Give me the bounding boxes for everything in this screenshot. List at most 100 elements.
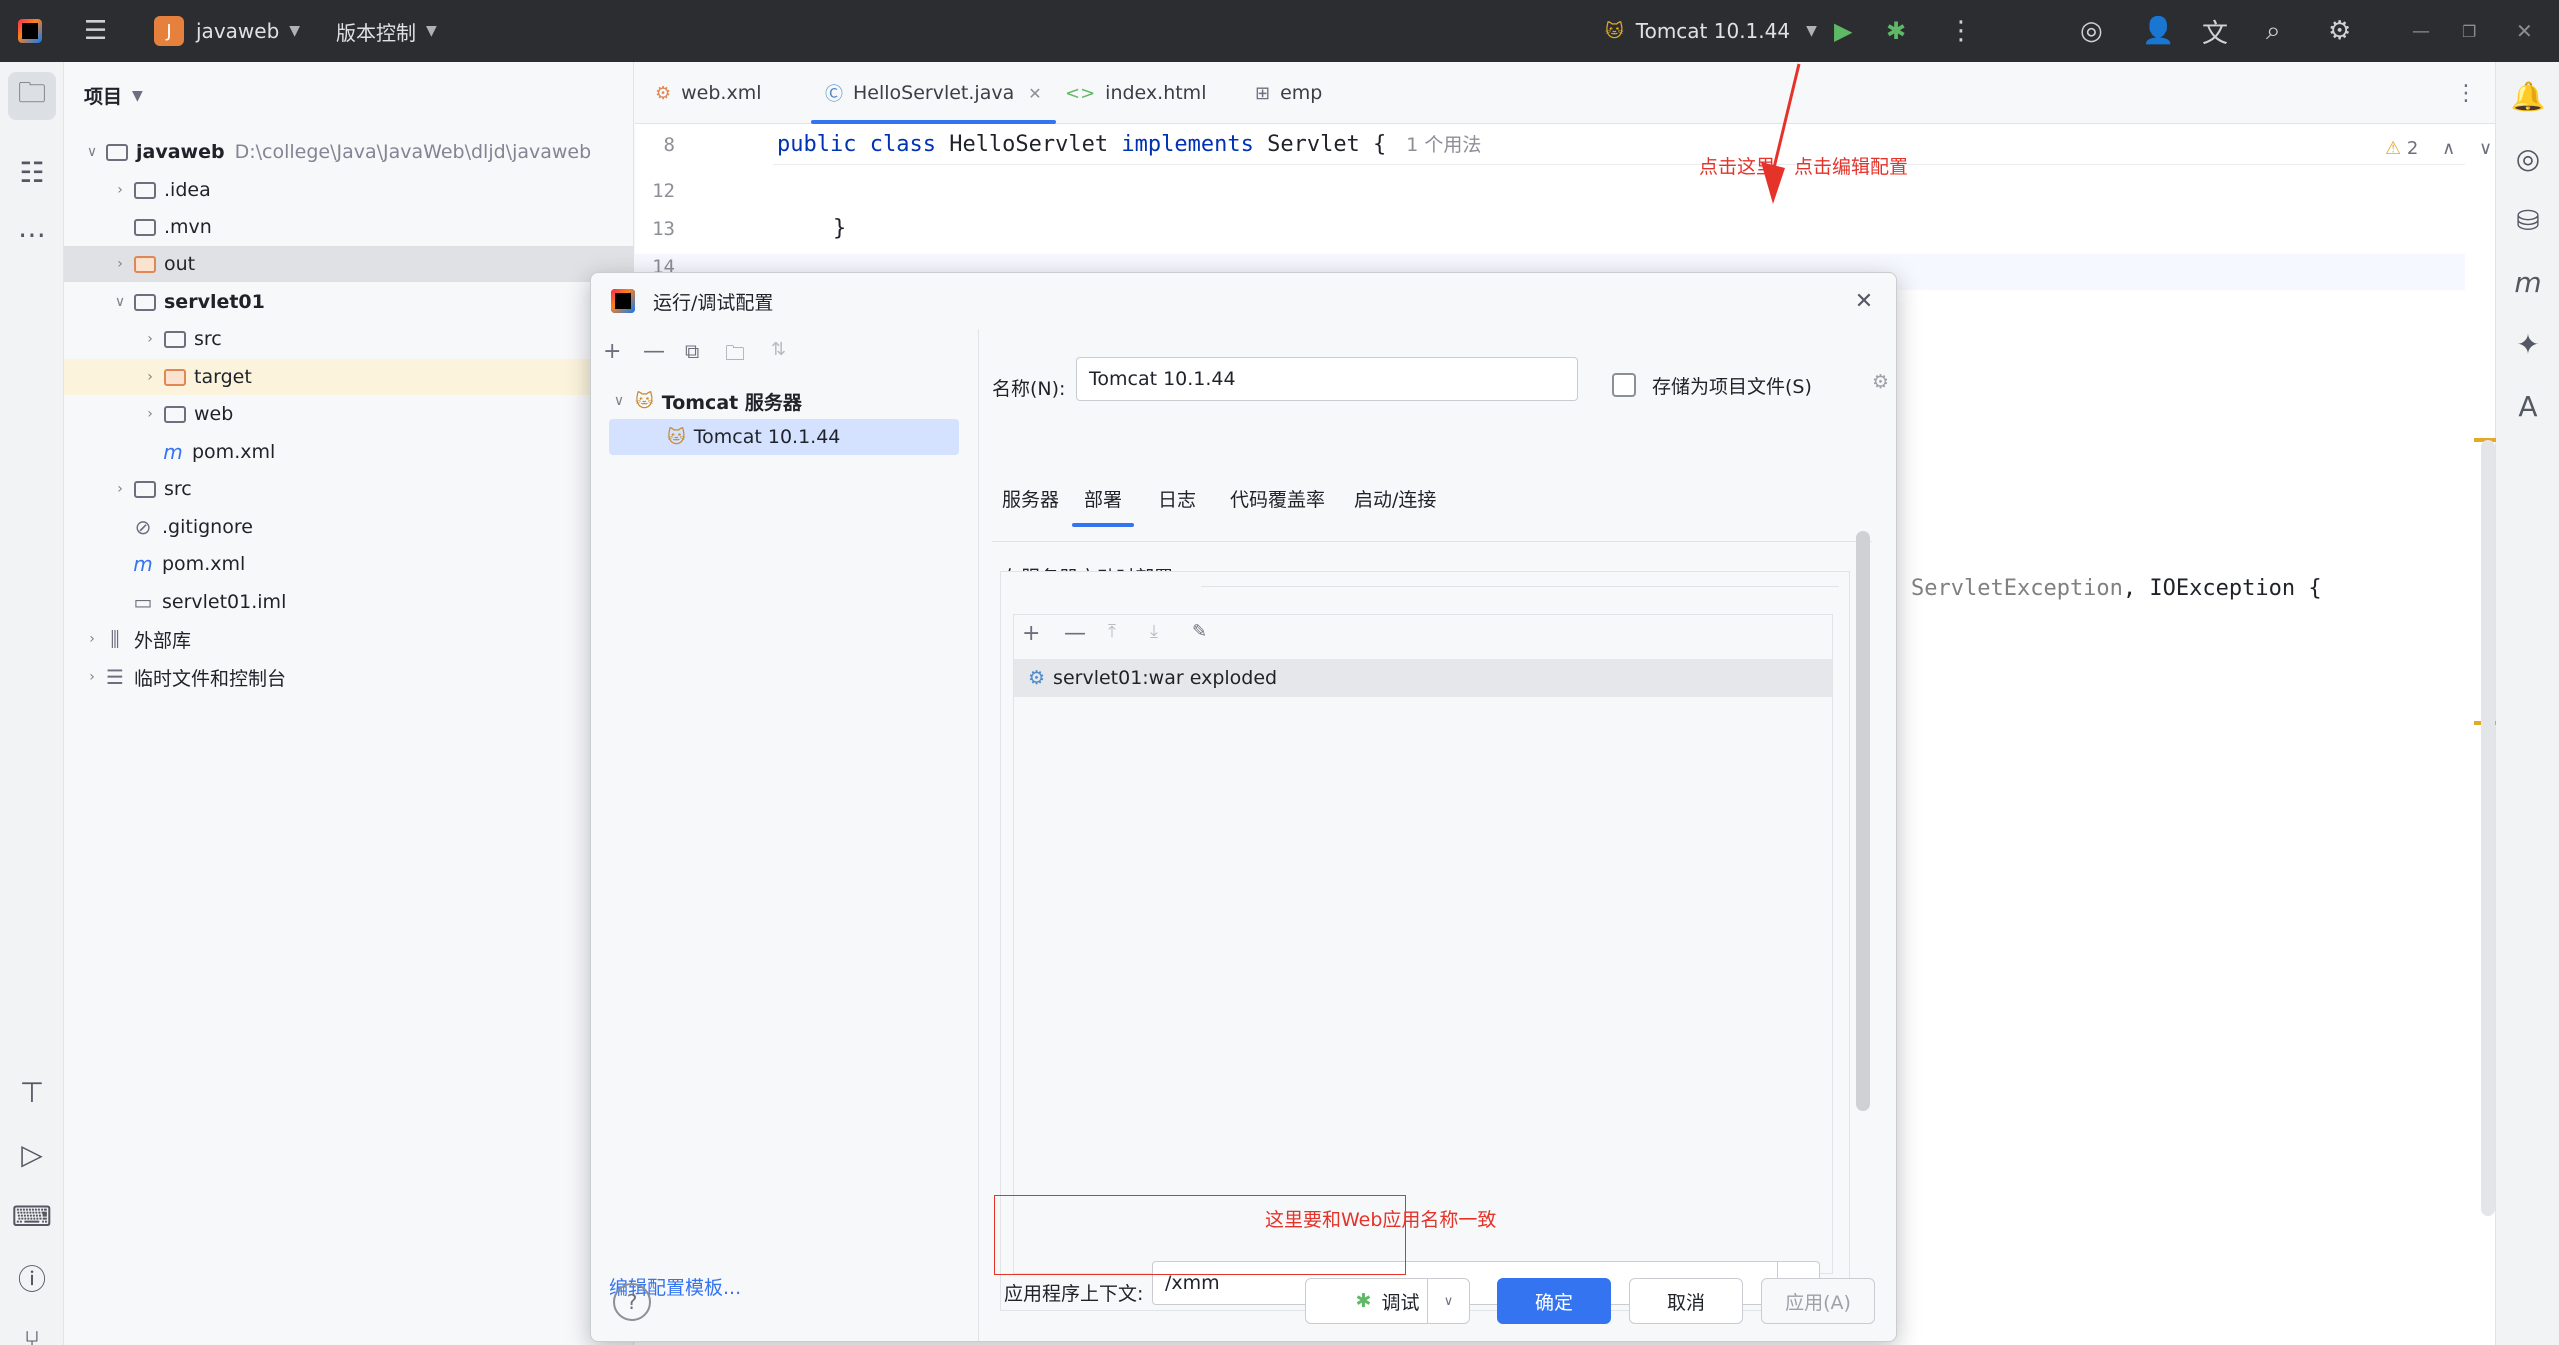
chevron-down-icon[interactable]: ∨	[110, 294, 130, 310]
cancel-button[interactable]: 取消	[1629, 1278, 1743, 1324]
search-icon[interactable]: ⌕	[2266, 0, 2281, 62]
main-menu-icon[interactable]: ☰	[84, 0, 107, 62]
tree-item-mvn[interactable]: .mvn	[64, 209, 634, 245]
close-icon[interactable]: ✕	[1028, 84, 1041, 103]
remove-icon[interactable]: —	[1064, 621, 1086, 646]
tree-item-src[interactable]: › src	[64, 321, 634, 357]
close-icon[interactable]: ✕	[1846, 283, 1882, 319]
tab-deployment[interactable]: 部署	[1071, 485, 1135, 527]
maven-icon[interactable]: m	[2496, 258, 2559, 306]
tree-item-scratches[interactable]: › ☰ 临时文件和控制台	[64, 659, 634, 695]
tab-code-coverage[interactable]: 代码覆盖率	[1230, 485, 1325, 512]
run-icon[interactable]: ▶	[1834, 0, 1852, 62]
project-panel-title[interactable]: 项目 ▼	[84, 82, 143, 109]
apply-button[interactable]: 应用(A)	[1761, 1278, 1875, 1324]
tree-item-pom-xml[interactable]: m pom.xml	[64, 434, 634, 470]
more-icon[interactable]: ⋮	[2455, 62, 2477, 124]
sort-icon[interactable]: ⇅	[771, 339, 786, 360]
remove-icon[interactable]: —	[643, 339, 665, 364]
edit-icon[interactable]: ✎	[1192, 621, 1207, 642]
tab-web-xml[interactable]: ⚙ web.xml	[655, 62, 762, 124]
gear-icon[interactable]: ⚙	[2328, 0, 2351, 62]
help-icon[interactable]: ?	[613, 1283, 651, 1321]
tree-item-pom-xml-root[interactable]: m pom.xml	[64, 546, 634, 582]
tree-item-external-libraries[interactable]: › ⫼ 外部库	[64, 621, 634, 657]
chevron-right-icon[interactable]: ›	[110, 481, 130, 497]
debug-button[interactable]: ✱ 调试 ∨	[1305, 1278, 1470, 1324]
project-switcher[interactable]: J javaweb ▼	[154, 0, 300, 62]
list-item[interactable]: ⚙ servlet01:war exploded	[1014, 659, 1832, 697]
tree-item-gitignore[interactable]: ⊘ .gitignore	[64, 509, 634, 545]
tree-item-idea[interactable]: › .idea	[64, 172, 634, 208]
ai-chat-icon[interactable]: ◎	[2496, 134, 2559, 182]
tree-item-src-root[interactable]: › src	[64, 471, 634, 507]
chevron-down-icon[interactable]: ∨	[609, 393, 629, 409]
services-icon[interactable]: ▷	[0, 1130, 64, 1178]
maximize-icon[interactable]: ❐	[2462, 0, 2476, 62]
database-icon[interactable]: ⛁	[2496, 196, 2559, 244]
app-logo-icon[interactable]	[18, 0, 42, 62]
chevron-down-icon[interactable]: ∨	[2479, 138, 2492, 159]
artifact-list[interactable]: + — ⤒ ⤓ ✎ ⚙ servlet01:war exploded	[1013, 614, 1833, 1274]
translate-icon[interactable]: 文	[2202, 0, 2228, 62]
close-icon[interactable]: ✕	[2516, 0, 2533, 62]
store-as-project-label[interactable]: 存储为项目文件(S)	[1652, 372, 1812, 399]
tree-item-javaweb[interactable]: ∨ javaweb D:\college\Java\JavaWeb\dljd\j…	[64, 134, 634, 170]
tree-item-tomcat-config[interactable]: 🐱 Tomcat 10.1.44	[609, 419, 959, 455]
terminal-icon[interactable]: ⌨	[0, 1192, 64, 1240]
structure-icon[interactable]: ☷	[0, 148, 64, 196]
chevron-right-icon[interactable]: ›	[82, 669, 102, 685]
debug-icon[interactable]: ✱	[1886, 0, 1906, 62]
problems-icon[interactable]: ⓘ	[0, 1254, 64, 1302]
tree-item-web[interactable]: › web	[64, 396, 634, 432]
chevron-right-icon[interactable]: ›	[110, 256, 130, 272]
build-icon[interactable]: ⊤	[0, 1068, 64, 1116]
move-down-icon[interactable]: ⤓	[1150, 621, 1158, 642]
warning-indicator[interactable]: ⚠ 2 ∧ ∨	[2385, 138, 2492, 159]
tab-logs[interactable]: 日志	[1158, 485, 1196, 512]
project-badge: J	[154, 16, 184, 46]
add-icon[interactable]: +	[1022, 621, 1040, 646]
add-user-icon[interactable]: 👤	[2142, 0, 2174, 62]
git-icon[interactable]: ⑂	[0, 1316, 64, 1345]
store-as-project-checkbox[interactable]	[1612, 373, 1636, 397]
tree-item-out[interactable]: › out	[64, 246, 634, 282]
notifications-icon[interactable]: 🔔	[2496, 72, 2559, 120]
tab-helloservlet-java[interactable]: Ⓒ HelloServlet.java ✕	[811, 62, 1056, 124]
chevron-right-icon[interactable]: ›	[140, 331, 160, 347]
tab-server[interactable]: 服务器	[1002, 485, 1059, 512]
tree-item-servlet01-iml[interactable]: ▭ servlet01.iml	[64, 584, 634, 620]
folder-icon[interactable]: 🗀	[8, 72, 56, 120]
add-icon[interactable]: +	[603, 339, 621, 364]
copy-icon[interactable]: ⧉	[685, 339, 699, 363]
chevron-right-icon[interactable]: ›	[140, 369, 160, 385]
chevron-down-icon[interactable]: ∨	[82, 144, 102, 160]
usage-hint[interactable]: 1 个用法	[1406, 134, 1481, 156]
vcs-menu[interactable]: 版本控制 ▼	[336, 0, 437, 62]
new-folder-icon[interactable]: 🗀	[725, 339, 745, 373]
tree-item-servlet01[interactable]: ∨ servlet01	[64, 284, 634, 320]
ai-assistant-icon[interactable]: ◎	[2080, 0, 2103, 62]
tab-startup-connection[interactable]: 启动/连接	[1354, 485, 1436, 512]
panel-scrollbar[interactable]	[1856, 531, 1870, 1111]
chevron-right-icon[interactable]: ›	[140, 406, 160, 422]
chevron-up-icon[interactable]: ∧	[2442, 138, 2455, 159]
tab-emp[interactable]: ⊞ emp	[1255, 62, 1322, 124]
chevron-right-icon[interactable]: ›	[82, 631, 102, 647]
name-input[interactable]: Tomcat 10.1.44	[1076, 357, 1578, 401]
plugin-icon[interactable]: ✦	[2496, 320, 2559, 368]
move-up-icon[interactable]: ⤒	[1108, 621, 1116, 642]
minimize-icon[interactable]: —	[2412, 0, 2430, 62]
gear-icon[interactable]: ⚙	[1872, 371, 1889, 393]
tab-index-html[interactable]: <> index.html	[1065, 62, 1206, 124]
more-tools-icon[interactable]: ⋯	[0, 210, 64, 258]
editor-scrollbar[interactable]	[2481, 440, 2495, 1216]
ok-button[interactable]: 确定	[1497, 1278, 1611, 1324]
more-icon[interactable]: ⋮	[1948, 0, 1974, 62]
run-config-selector[interactable]: 🐱 Tomcat 10.1.44 ▼	[1605, 0, 1817, 62]
chevron-right-icon[interactable]: ›	[110, 182, 130, 198]
font-icon[interactable]: A	[2496, 382, 2559, 430]
tree-item-target[interactable]: › target	[64, 359, 634, 395]
tree-group-tomcat[interactable]: ∨ 🐱 Tomcat 服务器	[609, 383, 959, 419]
chevron-down-icon[interactable]: ∨	[1427, 1279, 1469, 1323]
